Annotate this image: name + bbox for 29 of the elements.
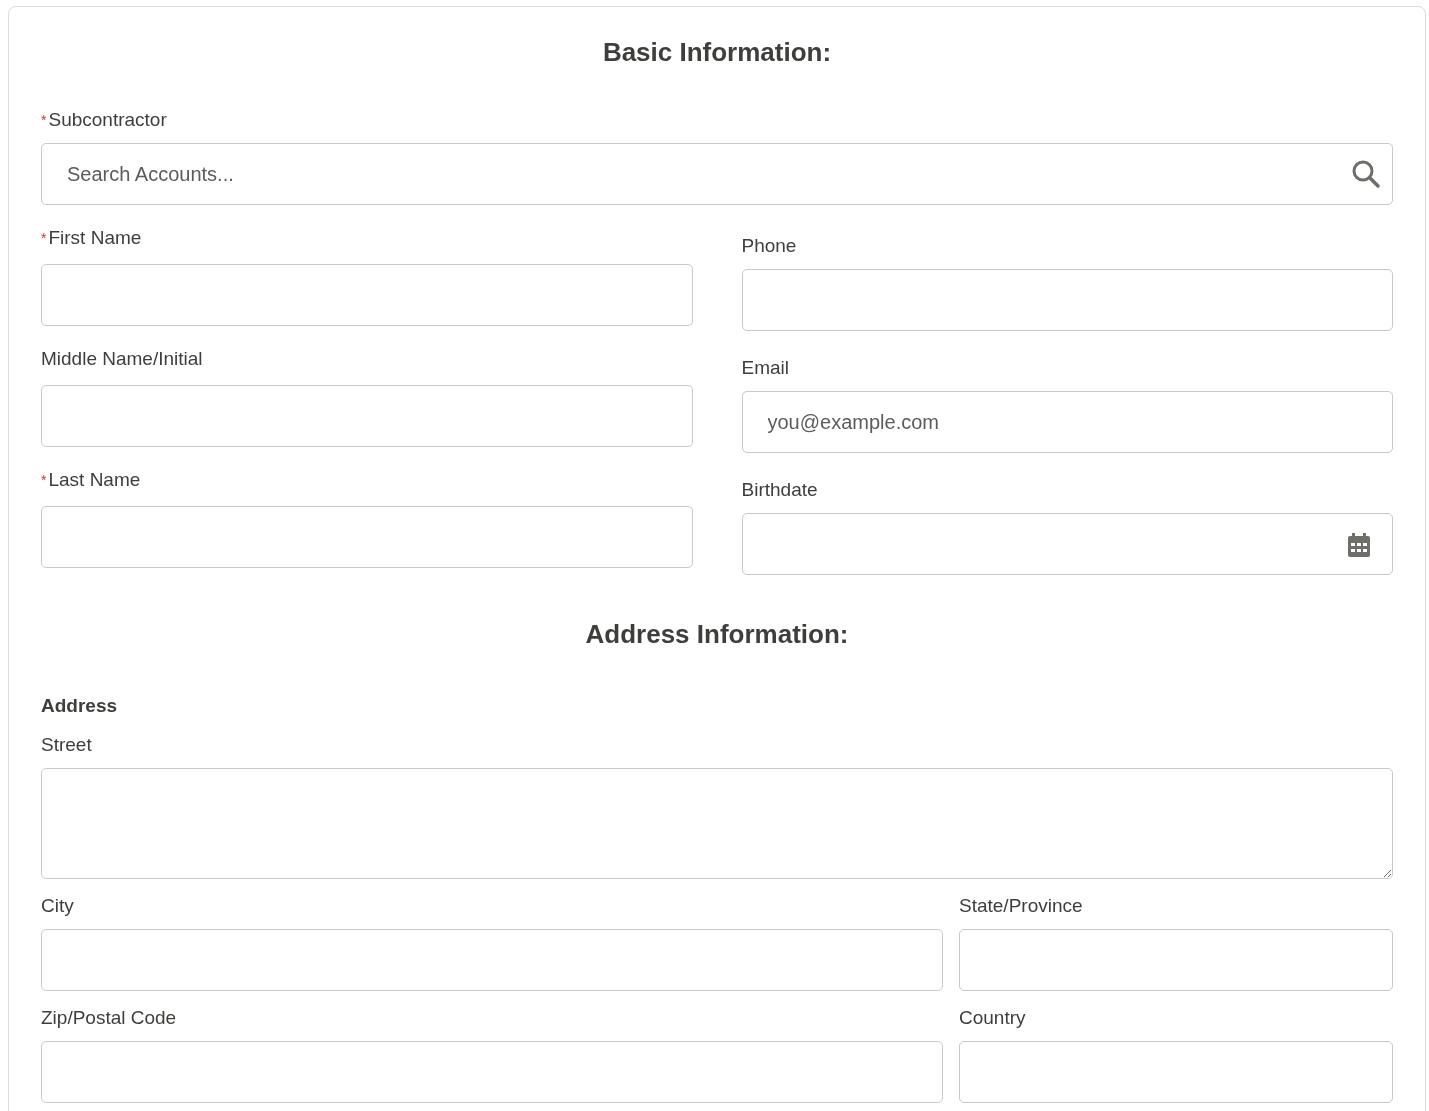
- text-field[interactable]: [959, 929, 1393, 991]
- field-label: Country: [959, 1007, 1027, 1029]
- field-label: *Last Name: [41, 469, 142, 491]
- field-label: Zip/Postal Code: [41, 1007, 178, 1029]
- text-field[interactable]: [41, 385, 693, 447]
- field-label: Middle Name/Initial: [41, 348, 204, 370]
- field-label: *First Name: [41, 227, 143, 249]
- field-label: City: [41, 895, 75, 917]
- street-textarea[interactable]: [41, 768, 1393, 879]
- field-label: Email: [741, 357, 790, 379]
- field-label: Phone: [741, 235, 798, 257]
- calendar-icon[interactable]: [1347, 532, 1371, 558]
- search-icon[interactable]: [1351, 159, 1381, 189]
- field-label: Birthdate: [741, 479, 819, 501]
- text-field[interactable]: [41, 264, 693, 326]
- section-heading: Address Information:: [584, 619, 850, 649]
- section-heading: Basic Information:: [601, 37, 833, 67]
- field-label: State/Province: [959, 895, 1084, 917]
- text-field[interactable]: [41, 929, 943, 991]
- text-field[interactable]: [741, 269, 1393, 331]
- group-label: Address: [41, 695, 119, 717]
- field-label: *Subcontractor: [41, 109, 168, 131]
- text-field[interactable]: [41, 1041, 943, 1103]
- date-field[interactable]: [741, 513, 1393, 575]
- text-field[interactable]: [41, 506, 693, 568]
- text-field[interactable]: [959, 1041, 1393, 1103]
- text-field[interactable]: you@example.com: [741, 391, 1393, 453]
- field-label: Street: [41, 734, 93, 756]
- search-field[interactable]: Search Accounts...: [41, 143, 1393, 205]
